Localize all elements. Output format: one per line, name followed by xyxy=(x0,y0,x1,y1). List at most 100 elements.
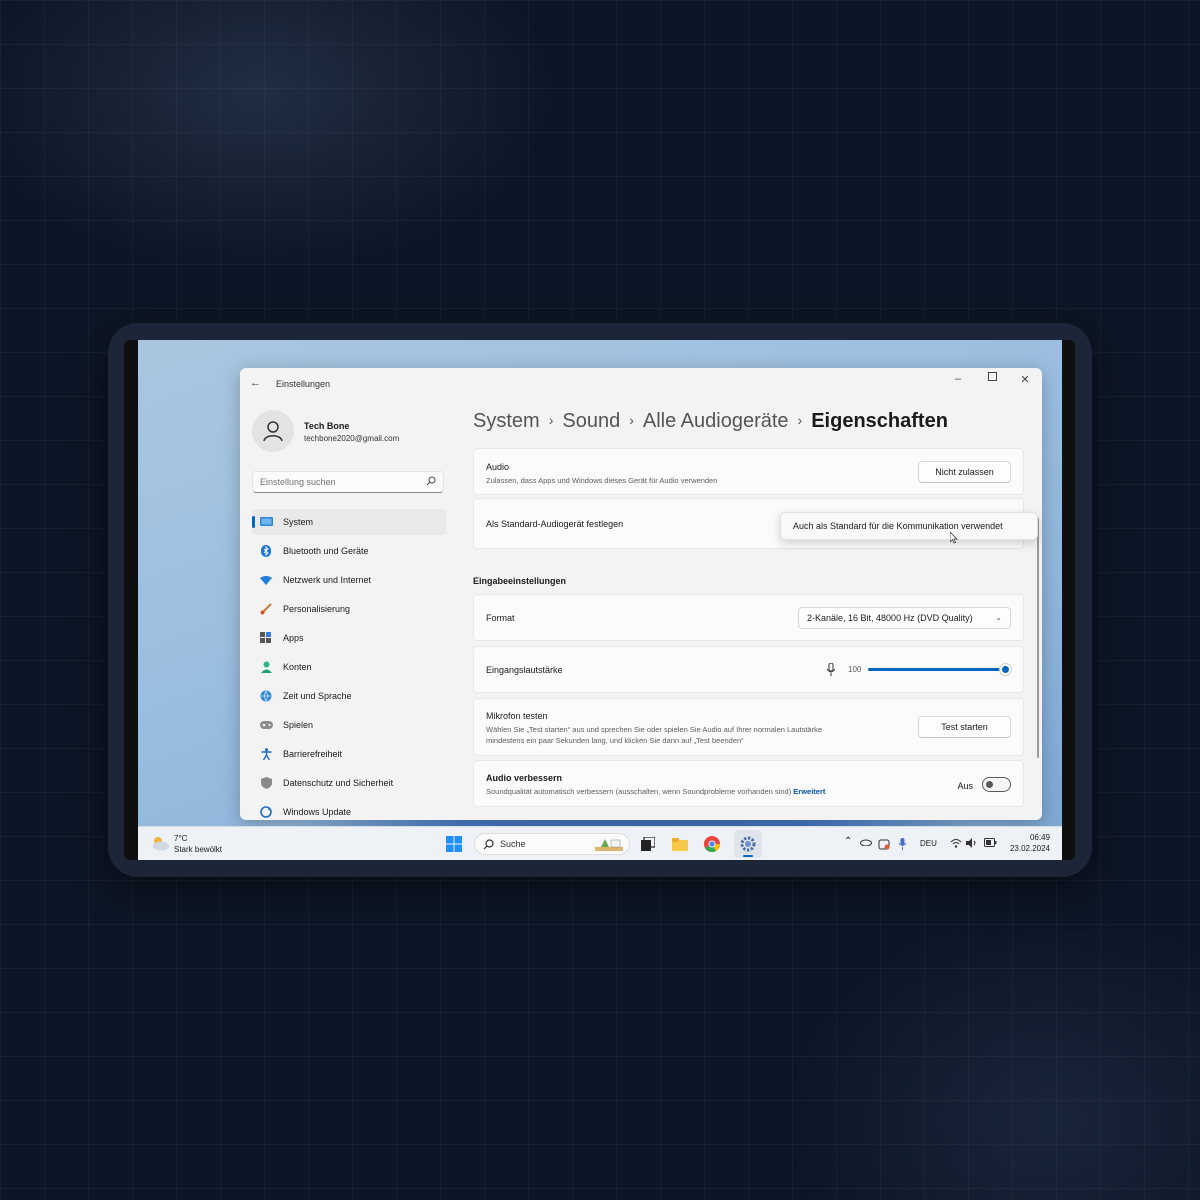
sidebar-item-gaming[interactable]: Spielen xyxy=(252,712,446,738)
taskbar-search-label: Suche xyxy=(500,839,526,849)
sidebar-item-personalization[interactable]: Personalisierung xyxy=(252,596,446,622)
globe-clock-icon xyxy=(259,689,273,703)
back-arrow-icon[interactable]: ← xyxy=(250,377,261,389)
sidebar-item-windows-update[interactable]: Windows Update xyxy=(252,799,446,820)
sidebar-item-label: Barrierefreiheit xyxy=(283,749,343,759)
sidebar-item-label: Apps xyxy=(283,633,304,643)
mic-test-description-1: Wählen Sie „Test starten“ aus und sprech… xyxy=(486,725,823,734)
breadcrumb-item[interactable]: Alle Audiogeräte xyxy=(643,410,789,432)
chevron-right-icon: › xyxy=(629,412,634,428)
date: 23.02.2024 xyxy=(1009,844,1050,853)
advanced-link[interactable]: Erweitert xyxy=(793,787,825,796)
clock[interactable]: 06:49 23.02.2024 xyxy=(1010,832,1050,854)
sidebar-item-apps[interactable]: Apps xyxy=(252,625,446,651)
input-volume-label: Eingangslautstärke xyxy=(486,665,563,675)
language-indicator[interactable]: DEU xyxy=(920,839,937,848)
toggle-state-label: Aus xyxy=(957,781,973,791)
chevron-right-icon: › xyxy=(548,412,554,428)
format-label: Format xyxy=(486,613,515,623)
breadcrumb-item[interactable]: Sound xyxy=(562,410,620,432)
sidebar-item-time-language[interactable]: Zeit und Sprache xyxy=(252,683,446,709)
volume-icon[interactable] xyxy=(966,838,978,850)
bluetooth-icon xyxy=(259,544,273,558)
search-input[interactable] xyxy=(260,475,420,489)
person-icon xyxy=(263,421,283,442)
sidebar: Tech Bone techbone2020@gmail.com System xyxy=(252,408,446,818)
mouse-cursor-icon xyxy=(950,532,958,544)
input-volume-value: 100 xyxy=(848,665,862,674)
breadcrumb-item[interactable]: System xyxy=(473,410,540,432)
default-device-menu[interactable]: Auch als Standard für die Kommunikation … xyxy=(780,512,1038,540)
battery-icon[interactable] xyxy=(984,838,997,849)
enhance-description: Soundqualität automatisch verbessern (au… xyxy=(486,787,792,796)
scrollbar[interactable] xyxy=(1037,518,1039,758)
weather-widget[interactable]: 7°C Stark bewölkt xyxy=(174,833,222,855)
input-volume-card: Eingangslautstärke 100 xyxy=(473,646,1024,693)
person-icon xyxy=(259,660,273,674)
sidebar-item-label: Datenschutz und Sicherheit xyxy=(283,778,394,788)
sidebar-item-privacy[interactable]: Datenschutz und Sicherheit xyxy=(252,770,446,796)
taskbar: 7°C Stark bewölkt Suche ⌃ DEU 06:49 23.0… xyxy=(138,826,1062,860)
task-view-icon[interactable] xyxy=(638,834,658,854)
microphone-icon[interactable] xyxy=(898,838,907,852)
sidebar-item-network[interactable]: Netzwerk und Internet xyxy=(252,567,446,593)
wifi-icon[interactable] xyxy=(950,838,962,850)
settings-gear-icon[interactable] xyxy=(738,834,758,854)
screen: ← Einstellungen – ✕ Tech Bone techbone20… xyxy=(124,340,1075,860)
sidebar-item-label: Personalisierung xyxy=(283,604,351,614)
user-name: Tech Bone xyxy=(304,421,350,431)
default-device-label: Als Standard-Audiogerät festlegen xyxy=(486,519,624,529)
taskbar-search[interactable]: Suche xyxy=(474,833,630,855)
sidebar-item-bluetooth[interactable]: Bluetooth und Geräte xyxy=(252,538,446,564)
user-email: techbone2020@gmail.com xyxy=(304,434,400,443)
time: 06:49 xyxy=(1029,833,1050,842)
window-title: Einstellungen xyxy=(276,379,331,389)
chrome-icon[interactable] xyxy=(702,834,722,854)
chevron-right-icon: › xyxy=(797,412,803,428)
page-title: Eigenschaften xyxy=(811,410,948,432)
sidebar-item-label: Konten xyxy=(283,662,312,672)
format-card: Format 2-Kanäle, 16 Bit, 48000 Hz (DVD Q… xyxy=(473,594,1024,641)
shield-icon xyxy=(259,776,273,790)
settings-search[interactable] xyxy=(252,471,444,493)
sidebar-item-accounts[interactable]: Konten xyxy=(252,654,446,680)
settings-window: ← Einstellungen – ✕ Tech Bone techbone20… xyxy=(240,368,1042,820)
start-icon[interactable] xyxy=(444,834,464,854)
sync-icon[interactable] xyxy=(878,838,890,852)
search-highlight-icon xyxy=(593,835,625,855)
weather-cloud-icon[interactable] xyxy=(150,835,170,856)
sidebar-item-accessibility[interactable]: Barrierefreiheit xyxy=(252,741,446,767)
volume-slider-track[interactable] xyxy=(868,668,1005,671)
onedrive-cloud-icon[interactable] xyxy=(860,838,872,848)
sidebar-item-label: Spielen xyxy=(283,720,314,730)
sidebar-item-label: Windows Update xyxy=(283,807,352,817)
weather-temp: 7°C xyxy=(174,834,188,843)
brush-icon xyxy=(259,602,273,616)
apps-icon xyxy=(259,631,273,645)
sidebar-item-label: Bluetooth und Geräte xyxy=(283,546,369,556)
mic-test-card: Mikrofon testen Wählen Sie „Test starten… xyxy=(473,698,1024,756)
enhance-audio-card: Audio verbessern Soundqualität automatis… xyxy=(473,760,1024,807)
audio-description: Zulassen, dass Apps und Windows dieses G… xyxy=(486,476,718,485)
monitor-icon xyxy=(259,515,273,529)
enhance-toggle[interactable] xyxy=(982,777,1011,792)
accessibility-icon xyxy=(259,747,273,761)
start-test-button[interactable]: Test starten xyxy=(918,716,1011,738)
volume-slider-thumb[interactable] xyxy=(999,663,1012,676)
menu-option-communication[interactable]: Auch als Standard für die Kommunikation … xyxy=(793,521,1003,531)
chevron-down-icon: ⌄ xyxy=(995,613,1002,622)
sidebar-item-label: System xyxy=(283,517,314,527)
format-value: 2-Kanäle, 16 Bit, 48000 Hz (DVD Quality) xyxy=(807,613,973,623)
search-icon[interactable] xyxy=(426,476,436,486)
mic-test-label: Mikrofon testen xyxy=(486,711,548,721)
disallow-button[interactable]: Nicht zulassen xyxy=(918,461,1011,483)
sidebar-item-system[interactable]: System xyxy=(252,509,446,535)
gamepad-icon xyxy=(259,718,273,732)
avatar[interactable] xyxy=(252,410,294,452)
format-select[interactable]: 2-Kanäle, 16 Bit, 48000 Hz (DVD Quality)… xyxy=(798,607,1011,629)
desktop: ← Einstellungen – ✕ Tech Bone techbone20… xyxy=(138,340,1062,826)
search-icon xyxy=(483,839,494,850)
chevron-up-icon[interactable]: ⌃ xyxy=(844,836,852,847)
file-explorer-icon[interactable] xyxy=(670,834,690,854)
sidebar-item-label: Zeit und Sprache xyxy=(283,691,352,701)
